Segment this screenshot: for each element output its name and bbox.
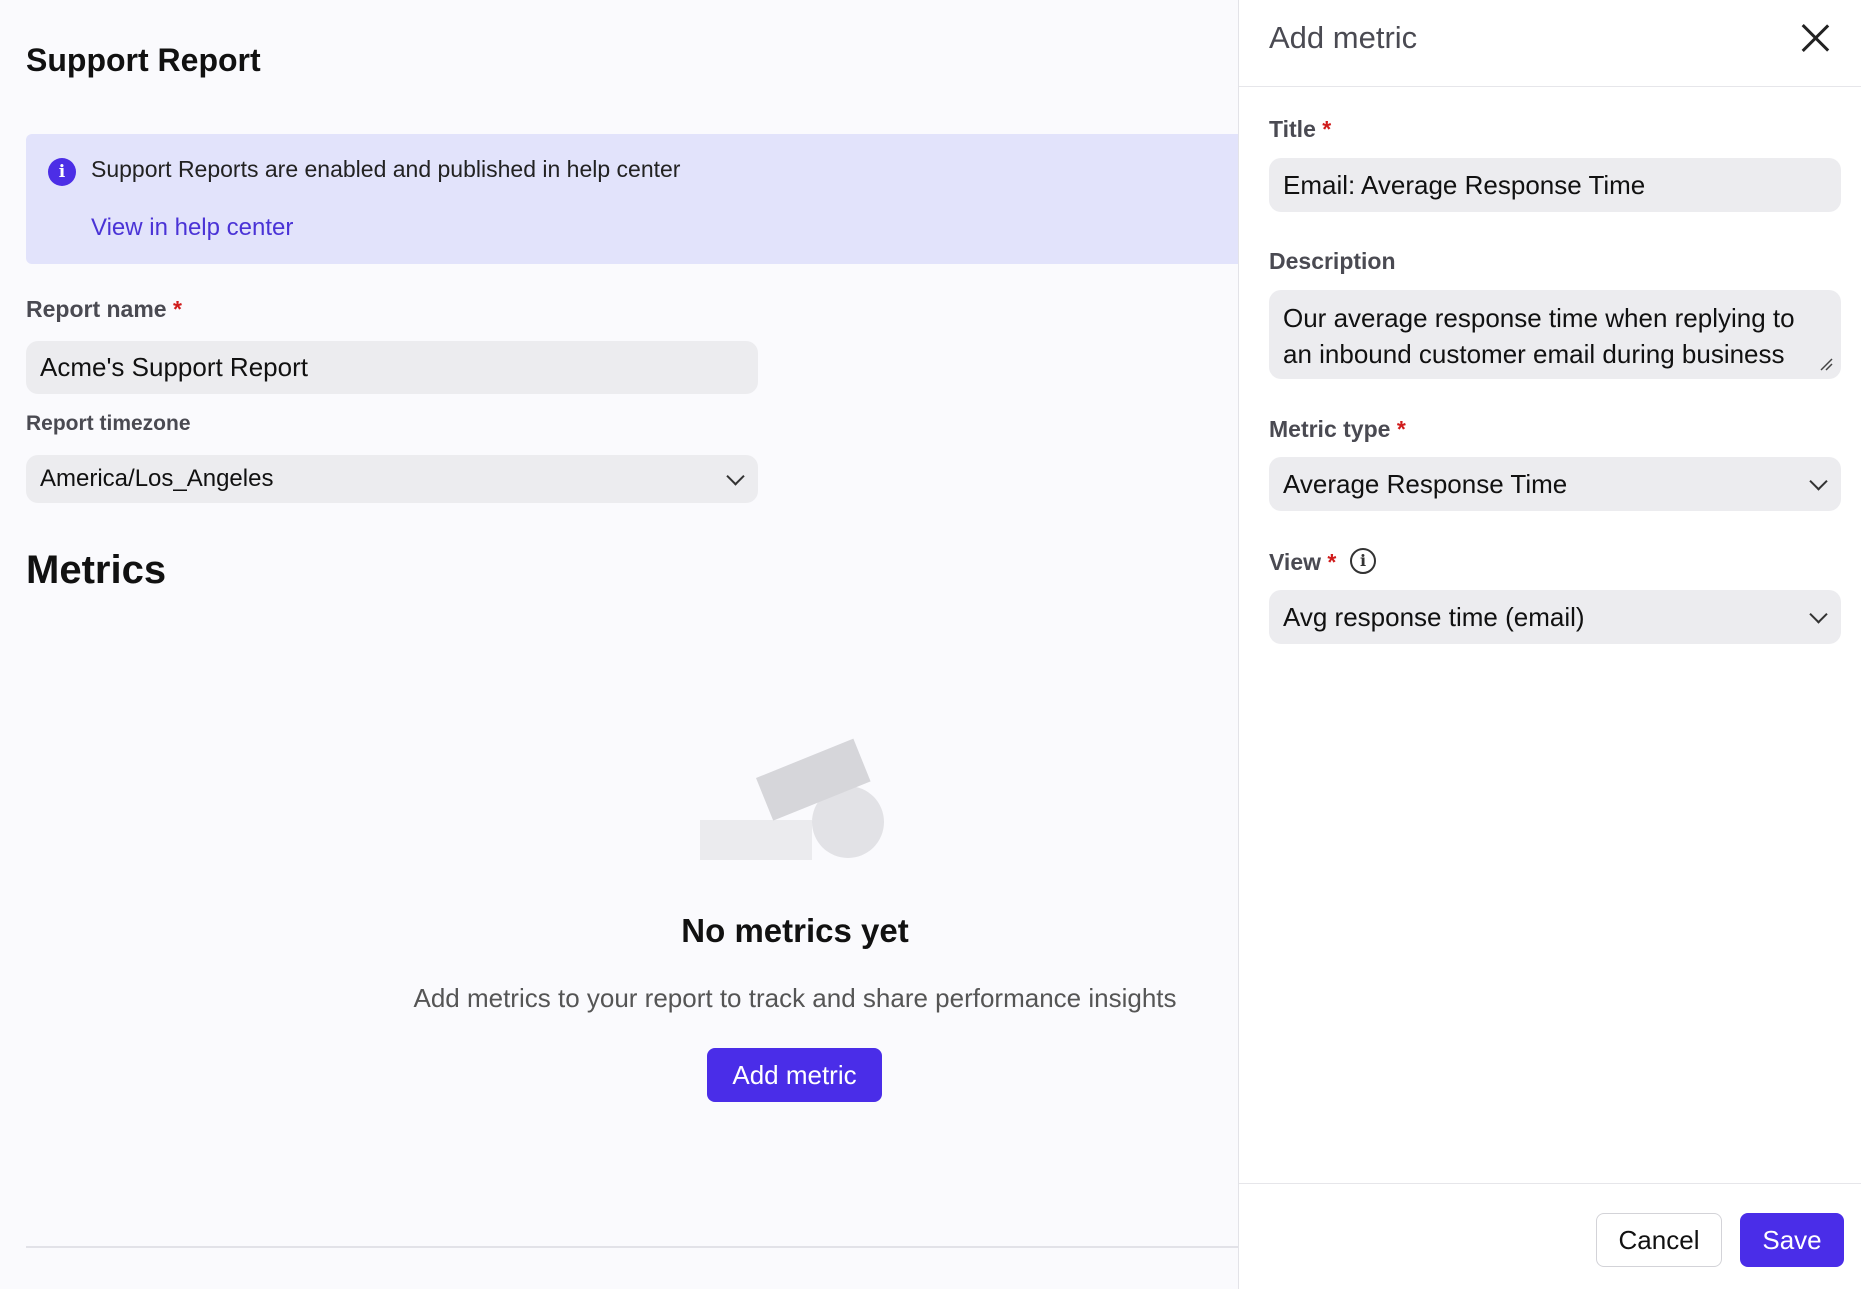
empty-state-illustration [700,738,884,860]
info-icon: i [48,158,76,186]
banner-text: Support Reports are enabled and publishe… [91,156,681,182]
chevron-down-icon [1809,472,1828,491]
title-field[interactable] [1269,158,1841,212]
report-timezone-label: Report timezone [26,412,191,435]
view-label-text: View [1269,549,1321,575]
required-mark: * [1322,116,1332,142]
close-icon[interactable] [1799,22,1831,54]
title-input[interactable] [1283,169,1827,201]
illustration-block [700,820,812,860]
required-mark: * [1396,416,1406,442]
metric-type-select[interactable]: Average Response Time [1269,457,1841,511]
metrics-heading: Metrics [26,548,167,592]
cancel-button[interactable]: Cancel [1596,1213,1722,1267]
page-title: Support Report [26,42,261,78]
chevron-down-icon [1809,605,1828,624]
report-name-field[interactable] [26,341,758,394]
title-label: Title * [1269,116,1331,143]
view-label: View * [1269,549,1336,576]
report-name-label: Report name * [26,296,182,323]
add-metric-panel: Add metric Title * Description Our avera… [1238,0,1861,1289]
resize-handle-icon[interactable] [1819,357,1833,371]
info-icon[interactable]: i [1350,548,1376,574]
metric-type-label-text: Metric type [1269,416,1391,442]
divider [26,1246,1238,1248]
view-select[interactable]: Avg response time (email) [1269,590,1841,644]
panel-title: Add metric [1269,20,1418,55]
title-label-text: Title [1269,116,1316,142]
view-in-help-center-link[interactable]: View in help center [91,214,293,242]
view-value: Avg response time (email) [1283,601,1585,632]
add-metric-button[interactable]: Add metric [707,1048,882,1102]
save-button[interactable]: Save [1740,1213,1844,1267]
report-timezone-value: America/Los_Angeles [40,465,274,492]
metric-type-value: Average Response Time [1283,468,1568,499]
metric-type-label: Metric type * [1269,416,1406,443]
panel-footer-divider [1239,1183,1861,1184]
main-content: Support Report i Support Reports are ena… [0,0,1238,1289]
description-value: Our average response time when replying … [1283,303,1795,369]
report-timezone-select[interactable]: America/Los_Angeles [26,455,758,503]
description-textarea[interactable]: Our average response time when replying … [1269,290,1841,379]
chevron-down-icon [726,467,745,486]
required-mark: * [172,296,182,322]
report-name-input[interactable] [40,352,744,383]
panel-header-divider [1239,86,1861,87]
info-banner: i Support Reports are enabled and publis… [26,134,1238,264]
report-name-label-text: Report name [26,296,167,322]
required-mark: * [1327,549,1337,575]
description-label: Description [1269,248,1396,274]
